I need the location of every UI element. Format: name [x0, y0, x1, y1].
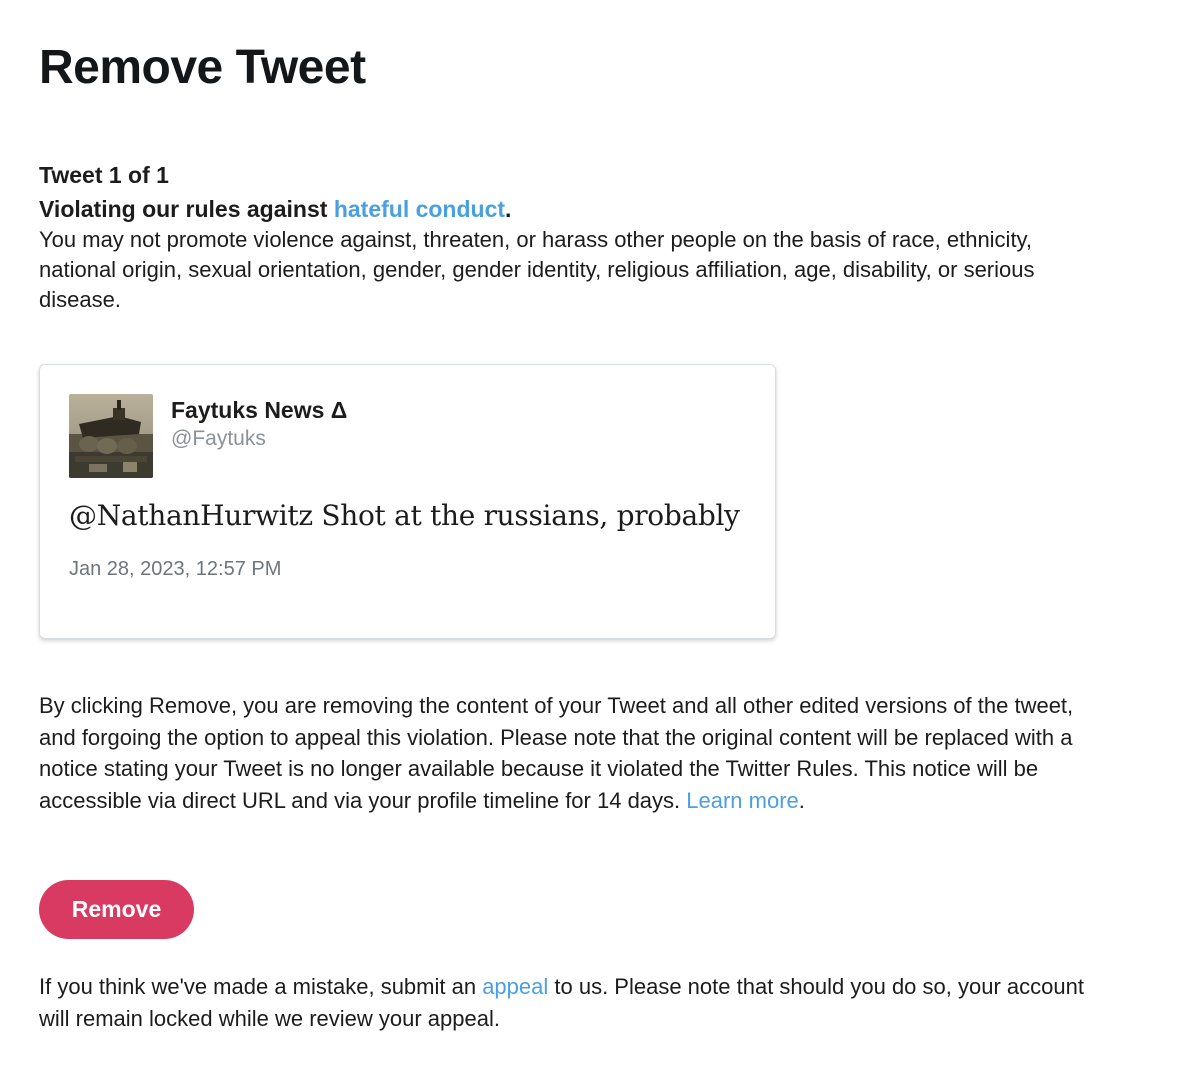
violation-heading-suffix: . [505, 196, 512, 222]
tweet-author-handle: @Faytuks [171, 427, 266, 450]
hateful-conduct-link[interactable]: hateful conduct [334, 196, 505, 222]
remove-button[interactable]: Remove [39, 880, 194, 939]
learn-more-link[interactable]: Learn more [686, 788, 799, 813]
profile-photo-icon [69, 394, 153, 478]
appeal-info: If you think we've made a mistake, submi… [39, 971, 1099, 1034]
tweet-card: Faytuks News Δ @Faytuks @NathanHurwitz S… [39, 364, 776, 639]
tweet-text: @NathanHurwitz Shot at the russians, pro… [69, 499, 740, 532]
removal-info: By clicking Remove, you are removing the… [39, 690, 1079, 816]
violation-heading-text: Violating our rules against [39, 196, 334, 222]
tweet-count: Tweet 1 of 1 [39, 162, 169, 188]
violation-heading: Violating our rules against hateful cond… [39, 194, 511, 224]
violation-description: You may not promote violence against, th… [39, 227, 1035, 312]
removal-info-text: By clicking Remove, you are removing the… [39, 693, 1074, 813]
removal-info-suffix: . [798, 787, 805, 813]
tweet-author-name: Faytuks News Δ [171, 397, 348, 423]
appeal-info-prefix: If you think we've made a mistake, submi… [39, 974, 483, 999]
appeal-link[interactable]: appeal [482, 974, 548, 999]
page-title: Remove Tweet [39, 41, 366, 94]
tweet-timestamp: Jan 28, 2023, 12:57 PM [69, 558, 282, 580]
avatar [69, 394, 153, 478]
